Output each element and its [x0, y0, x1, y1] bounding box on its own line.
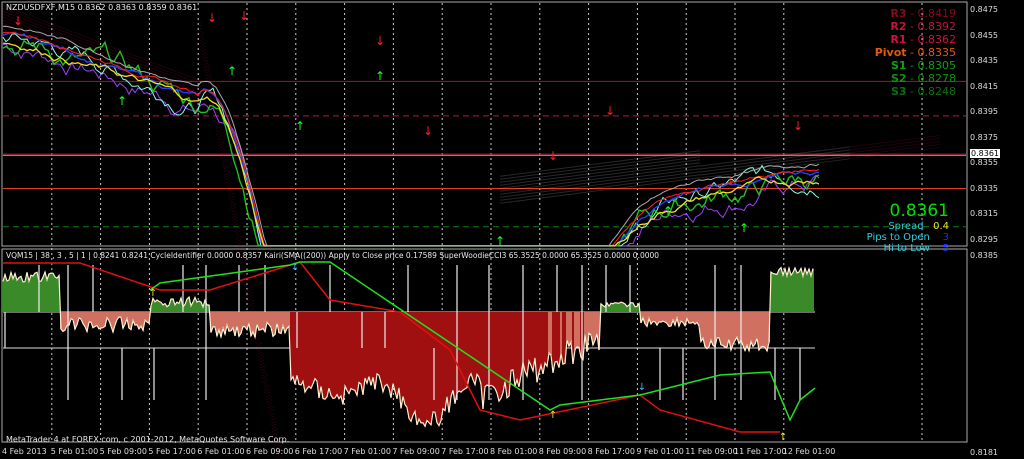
price-axis-label: 0.8475 — [970, 5, 998, 14]
main-window-frame — [1, 1, 968, 247]
time-axis-label: 7 Feb 17:00 — [441, 447, 489, 456]
pivot-value: 0.8419 — [917, 7, 957, 20]
pivot-s2: S2 - 0.8278 — [890, 72, 957, 85]
signal-arrow-icon: ↓ — [638, 382, 646, 393]
buy-arrow-icon: ↑ — [227, 64, 237, 78]
pivot-r1: R1 - 0.8362 — [890, 33, 957, 46]
pivot-name: R3 — [890, 7, 907, 20]
time-axis-label: 5 Feb 09:00 — [99, 447, 147, 456]
pivot-value: 0.8248 — [917, 85, 957, 98]
pivot-value: 0.8392 — [917, 20, 957, 33]
pips-to-open-value: 3 — [942, 232, 949, 243]
price-axis-label: 0.8395 — [970, 107, 998, 116]
pivot-name: R2 — [890, 20, 907, 33]
sell-arrow-icon: ↓ — [725, 174, 735, 188]
pivot-r3: R3 - 0.8419 — [890, 7, 957, 20]
price-axis-label: 0.8335 — [970, 183, 998, 193]
pivot-s3: S3 - 0.8248 — [890, 85, 957, 98]
sell-arrow-icon: ↓ — [239, 9, 249, 23]
chart-title: NZDUSDFXF,M15 0.8362 0.8363 0.8359 0.836… — [6, 3, 198, 12]
spread-label: Spread — [888, 221, 924, 232]
time-axis-label: 11 Feb 17:00 — [734, 447, 787, 456]
hi-to-low-label: Hi to Low — [883, 243, 930, 254]
pivot-s1: S1 - 0.8305 — [890, 59, 957, 72]
time-axis-label: 8 Feb 17:00 — [587, 447, 635, 456]
sub-axis-top: 0.8385 — [970, 251, 998, 260]
buy-arrow-icon: ↑ — [295, 119, 305, 133]
sell-arrow-icon: ↓ — [423, 124, 433, 138]
buy-arrow-icon: ↑ — [117, 94, 127, 108]
price-axis-label: 0.8435 — [970, 56, 998, 65]
pivot-name: S2 — [890, 72, 907, 85]
sell-arrow-icon: ↓ — [793, 119, 803, 133]
price-info-panel: 0.8361 Spread 0.4 Pips to Open 3 Hi to L… — [866, 201, 949, 255]
purple-line — [2, 43, 820, 247]
pivot-name: Pivot — [874, 46, 907, 59]
pivot-value: 0.8305 — [917, 59, 957, 72]
time-axis-label: 8 Feb 01:00 — [490, 447, 538, 456]
sell-arrow-icon: ↓ — [548, 149, 558, 163]
buy-arrow-icon: ↑ — [739, 221, 749, 235]
signal-arrow-icon: ↑ — [149, 288, 157, 299]
pips-to-open-label: Pips to Open — [866, 232, 930, 243]
time-axis-label: 6 Feb 09:00 — [246, 447, 294, 456]
time-axis-label: 7 Feb 09:00 — [392, 447, 440, 456]
sell-arrow-icon: ↓ — [605, 104, 615, 118]
time-axis-label: 4 Feb 2013 — [2, 447, 47, 456]
sub-axis-bottom: 0.8181 — [970, 448, 998, 457]
price-axis-label: 0.8315 — [970, 209, 998, 218]
time-axis-label: 7 Feb 01:00 — [343, 447, 391, 456]
current-price-marker: 0.8361 — [970, 149, 1000, 159]
price-axis-label: 0.8375 — [970, 132, 998, 142]
current-price-big: 0.8361 — [889, 201, 949, 221]
time-axis-label: 11 Feb 09:00 — [685, 447, 738, 456]
pivot-name: S3 — [890, 85, 907, 98]
price-axis-label: 0.8415 — [970, 81, 998, 91]
time-axis-label: 12 Feb 01:00 — [782, 447, 836, 456]
signal-arrow-icon: ↑ — [549, 410, 557, 421]
pivot-value: 0.8362 — [917, 33, 957, 46]
price-axis-label: 0.8455 — [970, 30, 998, 40]
pivot-value: 0.8278 — [917, 72, 957, 85]
pivot-pivot: Pivot - 0.8335 — [874, 46, 957, 59]
pivot-levels: R3 - 0.8419 R2 - 0.8392 R1 - 0.8362 Pivot -… — [875, 7, 956, 98]
time-axis-label: 9 Feb 01:00 — [636, 447, 684, 456]
pivot-name: S1 — [890, 59, 907, 72]
time-axis-label: 6 Feb 01:00 — [197, 447, 245, 456]
indicator-title: VQM15 | 38 , 3 , 5 | 1 | 0.8241 0.8241 C… — [6, 251, 660, 260]
buy-arrow-icon: ↑ — [663, 204, 673, 218]
pivot-value: 0.8335 — [917, 46, 957, 59]
pivot-name: R1 — [890, 33, 907, 46]
sell-arrow-icon: ↓ — [13, 14, 23, 28]
signal-arrow-icon: ↑ — [779, 432, 787, 443]
price-line — [2, 39, 820, 247]
time-axis-label: 6 Feb 17:00 — [294, 447, 343, 456]
sell-arrow-icon: ↓ — [207, 11, 217, 25]
yellow-ma — [2, 42, 820, 247]
price-axis-label: 0.8355 — [970, 158, 998, 167]
buy-arrow-icon: ↑ — [495, 234, 505, 248]
buy-arrow-icon: ↑ — [375, 69, 385, 83]
pivot-r2: R2 - 0.8392 — [890, 20, 957, 33]
price-axis-label: 0.8295 — [970, 234, 998, 244]
time-axis-label: 5 Feb 01:00 — [50, 447, 99, 456]
gray-line — [2, 25, 820, 247]
time-axis-label: 8 Feb 09:00 — [538, 447, 587, 456]
spread-value: 0.4 — [933, 221, 949, 232]
hi-to-low-value: 5 — [942, 243, 949, 254]
time-axis-label: 5 Feb 17:00 — [148, 447, 196, 456]
signal-arrow-icon: ↓ — [291, 262, 299, 273]
copyright-footer: MetaTrader 4 at FOREX.com, c 2001-2012, … — [6, 435, 290, 444]
sell-arrow-icon: ↓ — [375, 34, 385, 48]
